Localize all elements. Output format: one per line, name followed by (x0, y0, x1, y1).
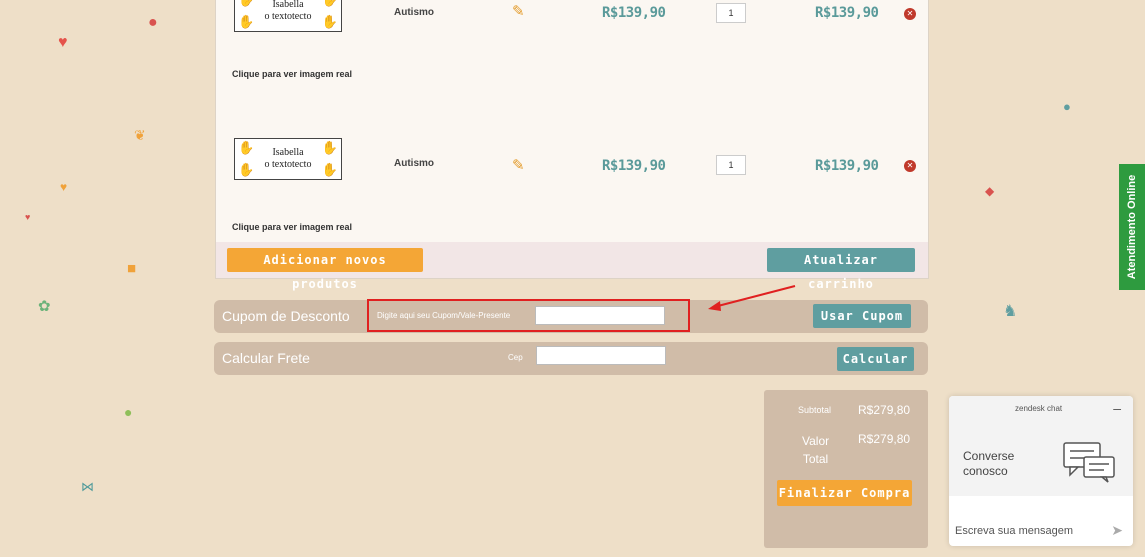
total-value: R$279,80 (858, 432, 911, 446)
cart-actions: Adicionar novos produtos Atualizar carri… (216, 242, 928, 291)
chat-title-line-1: Converse (963, 449, 1015, 463)
subtotal-value: R$279,80 (858, 403, 911, 417)
product-name: Autismo (394, 158, 434, 169)
checkout-button[interactable]: Finalizar Compra (777, 480, 912, 506)
hand-icon: ✋ (238, 162, 255, 177)
annotation-arrow (708, 285, 796, 311)
heart-sticker: ♥ (60, 180, 68, 194)
use-coupon-button[interactable]: Usar Cupom (813, 304, 911, 328)
update-cart-button[interactable]: Atualizar carrinho (767, 248, 915, 291)
subtotal-label: Subtotal (798, 405, 832, 415)
flower-sticker: ✿ (38, 298, 51, 315)
hand-icon: ✋ (321, 140, 338, 155)
pencil-icon[interactable]: ✎ (512, 156, 525, 174)
product-thumbnail[interactable]: ✋ ✋ ✋ ✋ Isabella o textotecto (234, 138, 342, 180)
chat-bubble-icon (1063, 442, 1115, 483)
calculate-button[interactable]: Calcular (837, 347, 914, 371)
bow-sticker: ⋈ (81, 479, 94, 494)
hand-icon: ✋ (238, 140, 255, 155)
coupon-title: Cupom de Desconto (222, 308, 350, 324)
bird-sticker: ● (124, 404, 133, 420)
row-total: R$139,90 (815, 158, 879, 174)
unit-price: R$139,90 (602, 158, 666, 174)
cart-row: ✋ ✋ ✋ ✋ Isabella o textotecto Clique par… (216, 0, 928, 232)
shipping-title: Calcular Frete (222, 350, 310, 366)
view-image-link[interactable]: Clique para ver imagem real (232, 222, 352, 232)
small-heart-sticker: ♥ (25, 212, 31, 222)
coupon-highlight-box (367, 299, 690, 332)
totals-box: Subtotal R$279,80 Valor Total R$279,80 F… (764, 390, 928, 548)
bird-sticker-right: ● (1063, 99, 1071, 114)
hand-icon: ✋ (321, 162, 338, 177)
chat-header[interactable]: zendesk chat – Converse conosco (949, 396, 1133, 496)
gift-sticker: ■ (127, 260, 137, 277)
cep-input[interactable] (536, 346, 666, 365)
total-label-line-1: Valor (802, 434, 830, 448)
cep-label: Cep (508, 353, 523, 362)
total-label: Valor Total (802, 432, 829, 468)
online-support-label: Atendimento Online (1126, 174, 1138, 280)
chat-message-input[interactable]: Escreva sua mensagem (955, 525, 1073, 537)
online-support-tab[interactable]: Atendimento Online (1119, 164, 1145, 290)
chat-widget: zendesk chat – Converse conosco Escreva … (949, 396, 1133, 546)
leaf-sticker: ❦ (134, 127, 146, 143)
owl-sticker: ● (148, 14, 158, 31)
chat-title: Converse conosco (963, 449, 1014, 479)
shipping-bar: Calcular Frete Cep Calcular (214, 342, 928, 375)
add-products-button[interactable]: Adicionar novos produtos (227, 248, 423, 291)
chat-title-line-2: conosco (963, 464, 1008, 478)
kite-sticker: ◆ (985, 184, 995, 198)
horse-sticker: ♞ (1003, 303, 1018, 320)
remove-icon[interactable]: ✕ (904, 160, 916, 172)
strawberry-sticker: ♥ (58, 34, 68, 51)
quantity-input[interactable]: 1 (716, 155, 746, 175)
send-icon[interactable]: ➤ (1111, 522, 1123, 539)
cart-panel: ✋ ✋ ✋ ✋ Isabella o textotecto Clique par… (215, 0, 929, 291)
chat-brand: zendesk chat (1015, 404, 1063, 413)
minimize-icon[interactable]: – (1113, 400, 1121, 416)
total-label-line-2: Total (802, 452, 829, 466)
